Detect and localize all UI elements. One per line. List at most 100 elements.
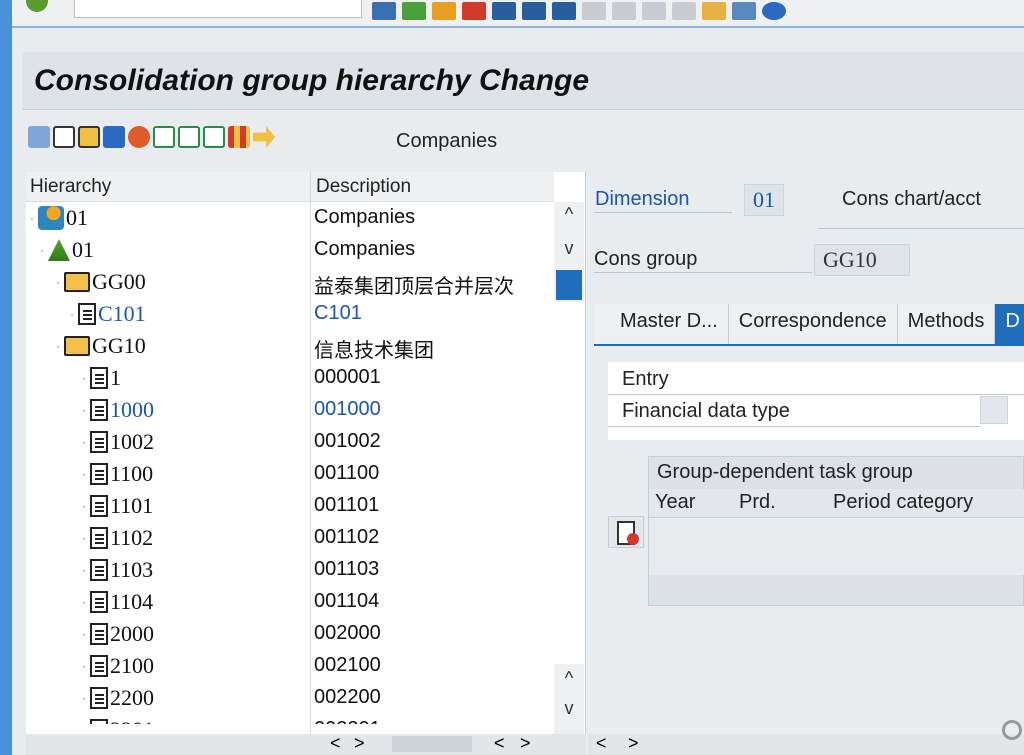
financial-data-type-field[interactable] xyxy=(980,396,1008,424)
period-column-header[interactable]: Prd. xyxy=(739,491,776,514)
tree-row[interactable]: · 01 Companies xyxy=(26,202,554,234)
tree-row[interactable]: · 1101 001101 xyxy=(26,490,554,522)
document-icon[interactable] xyxy=(90,367,108,389)
node-id[interactable]: GG10 xyxy=(92,333,146,359)
node-id[interactable]: 1104 xyxy=(110,589,153,615)
tree-row[interactable]: · 1103 001103 xyxy=(26,554,554,586)
scroll-thumb[interactable] xyxy=(392,736,472,752)
scroll-thumb[interactable] xyxy=(556,270,582,300)
zoom-icon[interactable] xyxy=(1002,720,1022,740)
print-icon[interactable] xyxy=(492,2,516,20)
shortcut-icon[interactable] xyxy=(732,2,756,20)
tree-row[interactable]: · C101 C101 xyxy=(26,298,554,330)
previous-page-icon[interactable] xyxy=(612,2,636,20)
tree-row[interactable]: · 1104 001104 xyxy=(26,586,554,618)
tree-scroll-bottom[interactable]: ^ v xyxy=(554,664,584,734)
hierarchy-column-header[interactable]: Hierarchy xyxy=(30,176,111,198)
tab-methods[interactable]: Methods xyxy=(897,304,996,344)
root-icon[interactable] xyxy=(38,206,64,230)
find-next-icon[interactable] xyxy=(552,2,576,20)
tree-row[interactable]: · GG10 信息技术集团 xyxy=(26,330,554,362)
create-icon[interactable] xyxy=(53,126,75,148)
task-group-body[interactable] xyxy=(649,517,1024,575)
help-icon[interactable] xyxy=(762,2,786,20)
node-id[interactable]: 1000 xyxy=(110,397,154,423)
tree-node[interactable]: · 2200 xyxy=(82,685,154,711)
display-change-icon[interactable] xyxy=(28,126,50,148)
tree-scroll-top[interactable]: ^ v xyxy=(554,202,584,302)
node-id[interactable]: 1 xyxy=(110,365,121,391)
tab-data[interactable]: D xyxy=(995,304,1024,344)
scroll-left-icon[interactable]: < xyxy=(494,733,505,754)
tree-icon[interactable] xyxy=(48,239,70,261)
tree-node[interactable]: · 1103 xyxy=(82,557,153,583)
tree-node[interactable]: · GG10 xyxy=(56,333,146,359)
copy-icon[interactable] xyxy=(78,126,100,148)
last-page-icon[interactable] xyxy=(672,2,696,20)
find-node-icon[interactable] xyxy=(203,126,225,148)
tree-row[interactable]: · 2201 002201 xyxy=(26,714,554,724)
node-id[interactable]: GG00 xyxy=(92,269,146,295)
next-page-icon[interactable] xyxy=(642,2,666,20)
document-icon[interactable] xyxy=(78,303,96,325)
save-icon[interactable] xyxy=(372,2,396,20)
tree-node[interactable]: · 01 xyxy=(40,237,94,263)
node-id[interactable]: 1102 xyxy=(110,525,153,551)
scroll-right-icon[interactable]: > xyxy=(520,733,531,754)
node-id[interactable]: 1103 xyxy=(110,557,153,583)
tab-correspondence[interactable]: Correspondence xyxy=(728,304,898,344)
tree-node[interactable]: · 1000 xyxy=(82,397,154,423)
document-icon[interactable] xyxy=(90,495,108,517)
node-id[interactable]: 2000 xyxy=(110,621,154,647)
navigate-icon[interactable] xyxy=(253,126,275,148)
tree-node[interactable]: · 01 xyxy=(30,205,88,231)
folder-icon[interactable] xyxy=(64,336,90,356)
tree-node[interactable]: · 1104 xyxy=(82,589,153,615)
node-id[interactable]: 01 xyxy=(72,237,94,263)
document-icon[interactable] xyxy=(90,655,108,677)
document-icon[interactable] xyxy=(90,399,108,421)
tree-node[interactable]: · C101 xyxy=(70,301,146,327)
document-icon[interactable] xyxy=(90,431,108,453)
document-icon[interactable] xyxy=(90,591,108,613)
scroll-down-icon[interactable]: v xyxy=(554,238,584,259)
enter-icon[interactable] xyxy=(26,0,48,12)
delete-icon[interactable] xyxy=(103,126,125,148)
tree-node[interactable]: · 2201 xyxy=(82,717,154,724)
scroll-left-icon[interactable]: < xyxy=(330,733,341,754)
tree-row[interactable]: · 1002 001002 xyxy=(26,426,554,458)
tree-row[interactable]: · 1000 001000 xyxy=(26,394,554,426)
scroll-up-icon[interactable]: ^ xyxy=(554,204,584,225)
cons-group-value[interactable]: GG10 xyxy=(814,244,910,276)
year-column-header[interactable]: Year xyxy=(655,491,695,514)
node-id[interactable]: 01 xyxy=(66,205,88,231)
document-icon[interactable] xyxy=(90,623,108,645)
grid-icon[interactable] xyxy=(228,126,250,148)
collapse-subtree-icon[interactable] xyxy=(178,126,200,148)
tree-node[interactable]: · 2000 xyxy=(82,621,154,647)
find-icon[interactable] xyxy=(522,2,546,20)
node-id[interactable]: 1101 xyxy=(110,493,153,519)
delete-row-icon[interactable] xyxy=(608,516,644,548)
tree-row[interactable]: · GG00 益泰集团顶层合并层次 xyxy=(26,266,554,298)
node-id[interactable]: 1002 xyxy=(110,429,154,455)
document-icon[interactable] xyxy=(90,687,108,709)
description-column-header[interactable]: Description xyxy=(316,176,411,198)
node-id[interactable]: C101 xyxy=(98,301,146,327)
scroll-down-icon[interactable]: v xyxy=(554,698,584,719)
scroll-right-icon[interactable]: > xyxy=(628,733,639,754)
tree-node[interactable]: · GG00 xyxy=(56,269,146,295)
tree-row[interactable]: · 1100 001100 xyxy=(26,458,554,490)
folder-icon[interactable] xyxy=(64,272,90,292)
tree-row[interactable]: · 1102 001102 xyxy=(26,522,554,554)
remove-icon[interactable] xyxy=(128,126,150,148)
node-id[interactable]: 2100 xyxy=(110,653,154,679)
tree-node[interactable]: · 1101 xyxy=(82,493,153,519)
tree-node[interactable]: · 2100 xyxy=(82,653,154,679)
tree-row[interactable]: · 2000 002000 xyxy=(26,618,554,650)
document-icon[interactable] xyxy=(90,527,108,549)
document-icon[interactable] xyxy=(90,463,108,485)
back-icon[interactable] xyxy=(402,2,426,20)
tree-row[interactable]: · 2100 002100 xyxy=(26,650,554,682)
first-page-icon[interactable] xyxy=(582,2,606,20)
